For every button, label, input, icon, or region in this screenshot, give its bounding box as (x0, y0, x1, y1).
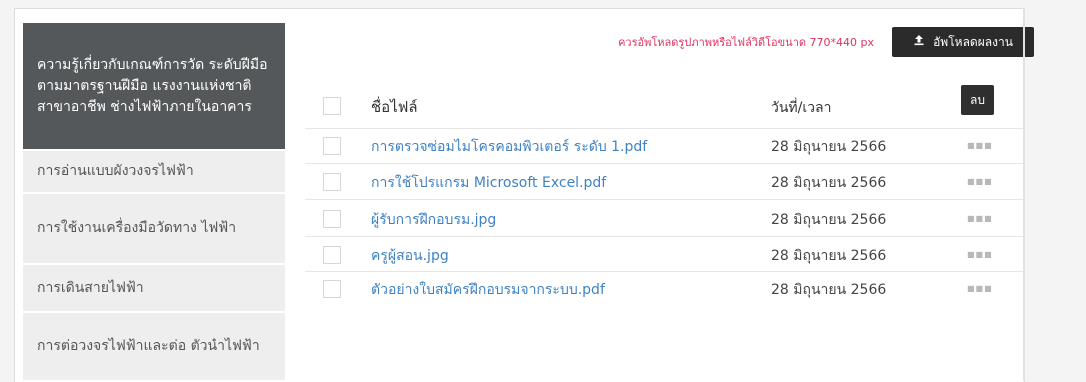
file-link[interactable]: ตัวอย่างใบสมัครฝึกอบรมจากระบบ.pdf (371, 279, 605, 301)
file-link[interactable]: การตรวจซ่อมไมโครคอมพิวเตอร์ ระดับ 1.pdf (371, 136, 647, 158)
sidebar-item-criteria[interactable]: ความรู้เกี่ยวกับเกณฑ์การวัด ระดับฝีมือตา… (23, 23, 285, 151)
more-options-icon[interactable]: ■■■ (967, 214, 993, 223)
row-checkbox[interactable] (323, 210, 341, 228)
delete-button[interactable]: ลบ (961, 85, 994, 115)
table-row: ตัวอย่างใบสมัครฝึกอบรมจากระบบ.pdf 28 มิถ… (305, 272, 1024, 308)
sidebar-item-label: การต่อวงจรไฟฟ้าและต่อ ตัวนำไฟฟ้า (37, 338, 260, 354)
file-link[interactable]: การใช้โปรแกรม Microsoft Excel.pdf (371, 172, 606, 194)
column-header-name: ชื่อไฟล์ (371, 98, 418, 116)
table-row: ครูผู้สอน.jpg 28 มิถุนายน 2566 ■■■ (305, 237, 1024, 272)
panel: ความรู้เกี่ยวกับเกณฑ์การวัด ระดับฝีมือตา… (14, 8, 1034, 382)
sidebar-item-wiring[interactable]: การเดินสายไฟฟ้า (23, 265, 285, 313)
scrollbar[interactable] (1023, 8, 1025, 381)
select-all-checkbox[interactable] (323, 97, 341, 115)
file-date: 28 มิถุนายน 2566 (771, 139, 887, 155)
table-row: การใช้โปรแกรม Microsoft Excel.pdf 28 มิถ… (305, 164, 1024, 200)
more-options-icon[interactable]: ■■■ (967, 250, 993, 259)
column-header-date: วันที่/เวลา (771, 100, 832, 116)
upload-button[interactable]: อัพโหลดผลงาน (892, 27, 1034, 57)
sidebar-item-connecting-circuits[interactable]: การต่อวงจรไฟฟ้าและต่อ ตัวนำไฟฟ้า (23, 313, 285, 382)
table-header: ชื่อไฟล์ วันที่/เวลา ลบ (305, 81, 1024, 129)
more-options-icon[interactable]: ■■■ (967, 177, 993, 186)
file-date: 28 มิถุนายน 2566 (771, 282, 887, 298)
sidebar-item-label: ความรู้เกี่ยวกับเกณฑ์การวัด ระดับฝีมือตา… (37, 56, 268, 115)
file-date: 28 มิถุนายน 2566 (771, 175, 887, 191)
more-options-icon[interactable]: ■■■ (967, 284, 993, 293)
sidebar-item-label: การเดินสายไฟฟ้า (37, 279, 144, 296)
sidebar-item-measuring-tools[interactable]: การใช้งานเครื่องมือวัดทาง ไฟฟ้า (23, 194, 285, 265)
sidebar-item-label: การอ่านแบบผังวงจรไฟฟ้า (37, 163, 194, 179)
more-options-icon[interactable]: ■■■ (967, 141, 993, 150)
file-link[interactable]: ผู้รับการฝึกอบรม.jpg (371, 209, 496, 231)
upload-button-label: อัพโหลดผลงาน (933, 34, 1013, 49)
row-checkbox[interactable] (323, 280, 341, 298)
table-row: ผู้รับการฝึกอบรม.jpg 28 มิถุนายน 2566 ■■… (305, 200, 1024, 237)
sidebar: ความรู้เกี่ยวกับเกณฑ์การวัด ระดับฝีมือตา… (23, 23, 285, 382)
file-date: 28 มิถุนายน 2566 (771, 212, 887, 228)
sidebar-item-label: การใช้งานเครื่องมือวัดทาง ไฟฟ้า (37, 220, 237, 236)
upload-size-hint: ควรอัพโหลดรูปภาพหรือไฟล์วิดีโอขนาด 770*4… (618, 36, 874, 49)
row-checkbox[interactable] (323, 246, 341, 264)
file-date: 28 มิถุนายน 2566 (771, 248, 887, 264)
sidebar-item-circuit-diagram[interactable]: การอ่านแบบผังวงจรไฟฟ้า (23, 151, 285, 194)
file-link[interactable]: ครูผู้สอน.jpg (371, 245, 449, 267)
table-row: การตรวจซ่อมไมโครคอมพิวเตอร์ ระดับ 1.pdf … (305, 129, 1024, 164)
upload-icon (913, 34, 925, 50)
row-checkbox[interactable] (323, 173, 341, 191)
row-checkbox[interactable] (323, 137, 341, 155)
file-manager: ควรอัพโหลดรูปภาพหรือไฟล์วิดีโอขนาด 770*4… (285, 23, 1034, 382)
